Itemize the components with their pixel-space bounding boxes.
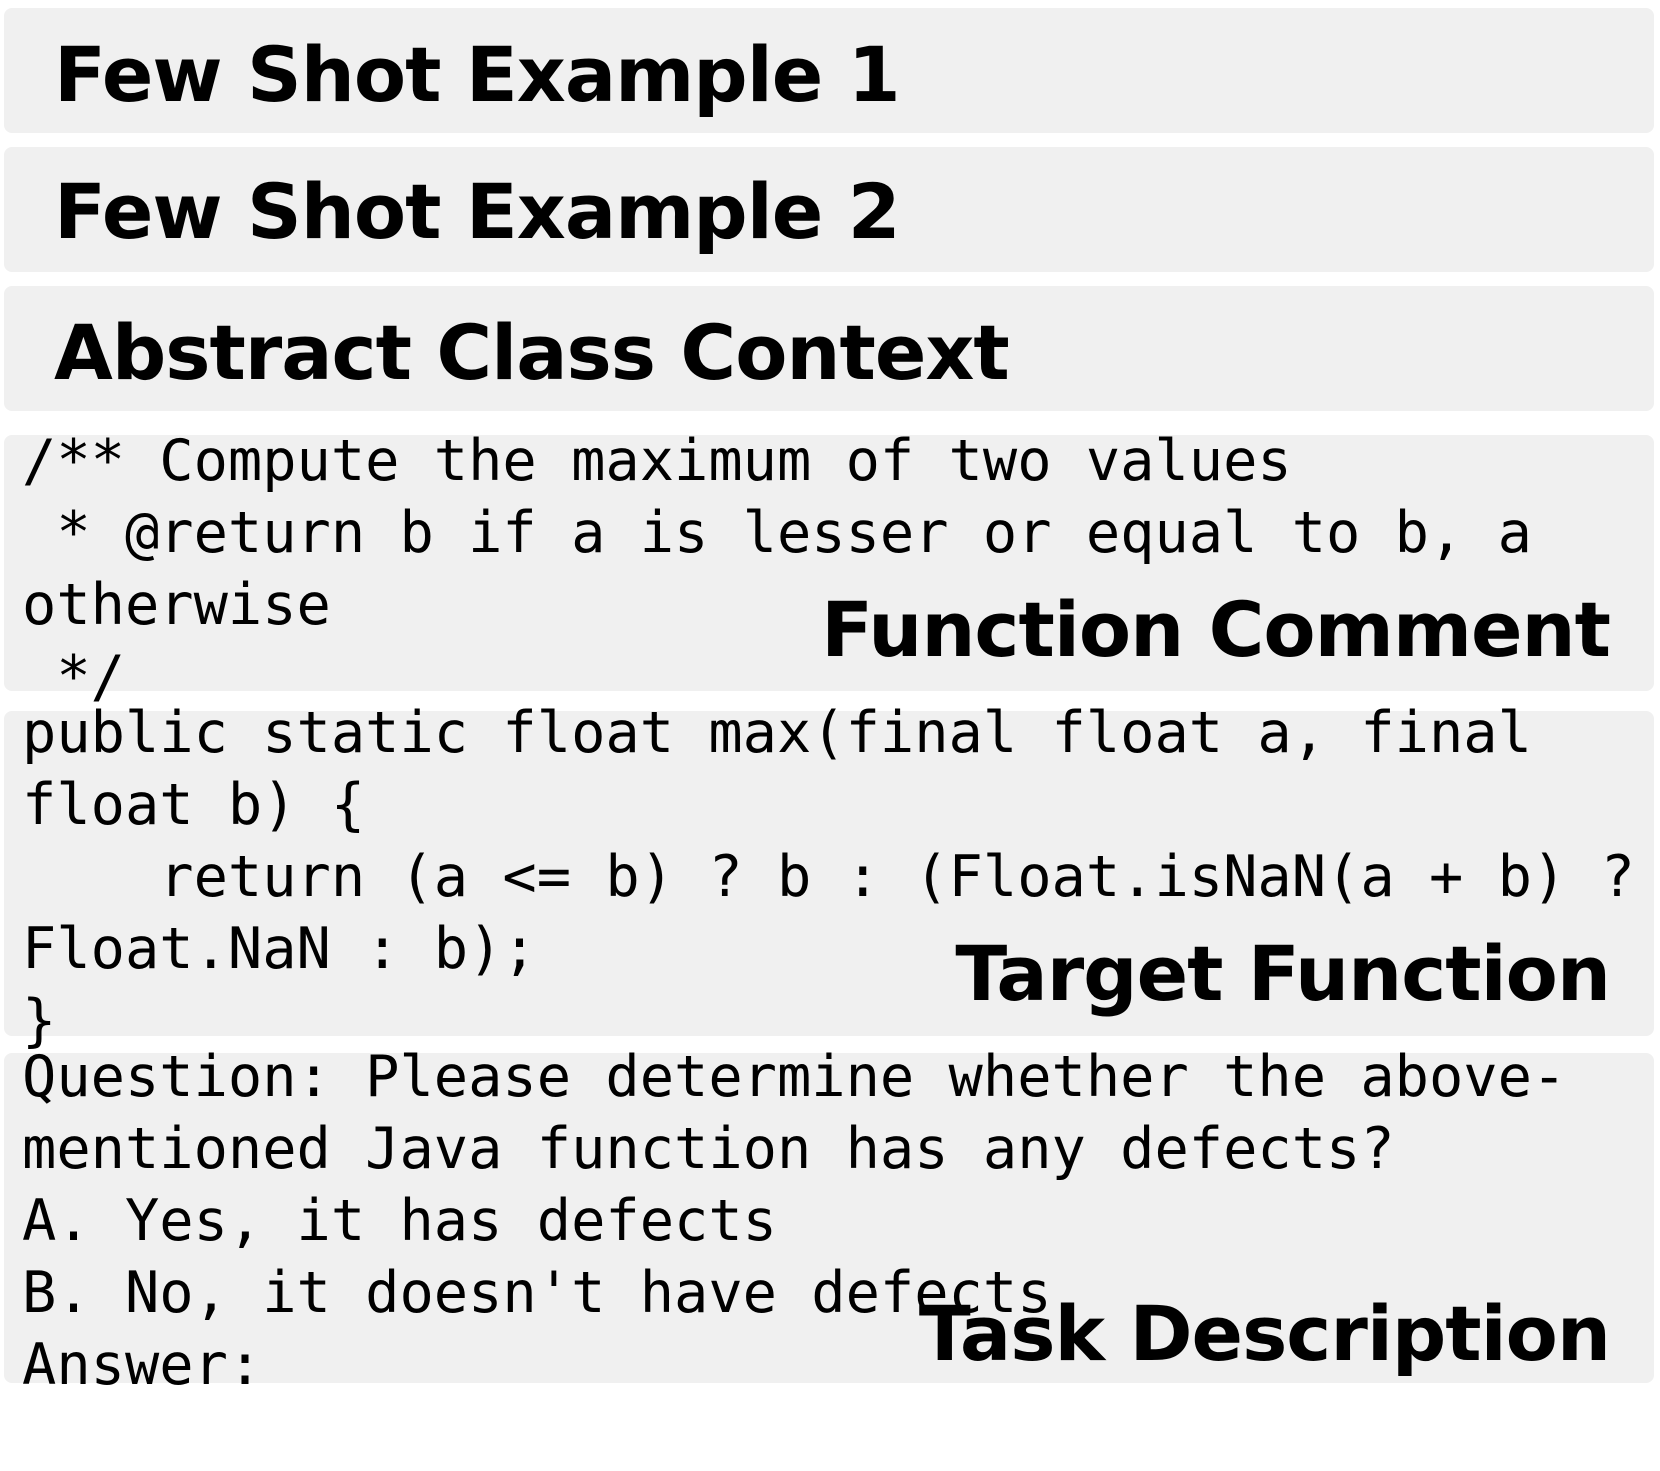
task-description-label: Task Description [918, 1289, 1611, 1378]
code-line: /** Compute the maximum of two values [22, 428, 1292, 494]
task-description-panel: Question: Please determine whether the a… [4, 1044, 1654, 1398]
text-line: Question: Please determine whether the a… [22, 1044, 1567, 1110]
abstract-class-context-panel: Abstract Class Context [4, 286, 1654, 411]
few-shot-example-1-title: Few Shot Example 1 [54, 30, 901, 119]
text-line: A. Yes, it has defects [22, 1188, 777, 1254]
code-line: float b) { [22, 772, 366, 838]
target-function-panel: public static float max(final float a, f… [4, 700, 1654, 1054]
few-shot-example-1-panel: Few Shot Example 1 [4, 8, 1654, 133]
code-line: * @return b if a is lesser or equal to b… [22, 500, 1532, 566]
function-comment-label: Function Comment [821, 585, 1611, 674]
function-comment-panel: /** Compute the maximum of two values * … [4, 428, 1654, 710]
code-line: public static float max(final float a, f… [22, 700, 1532, 766]
abstract-class-context-title: Abstract Class Context [54, 308, 1010, 397]
text-line: mentioned Java function has any defects? [22, 1116, 1395, 1182]
code-line: return (a <= b) ? b : (Float.isNaN(a + b… [22, 844, 1635, 910]
few-shot-example-2-title: Few Shot Example 2 [54, 167, 901, 256]
target-function-label: Target Function [955, 929, 1611, 1018]
few-shot-example-2-panel: Few Shot Example 2 [4, 147, 1654, 272]
